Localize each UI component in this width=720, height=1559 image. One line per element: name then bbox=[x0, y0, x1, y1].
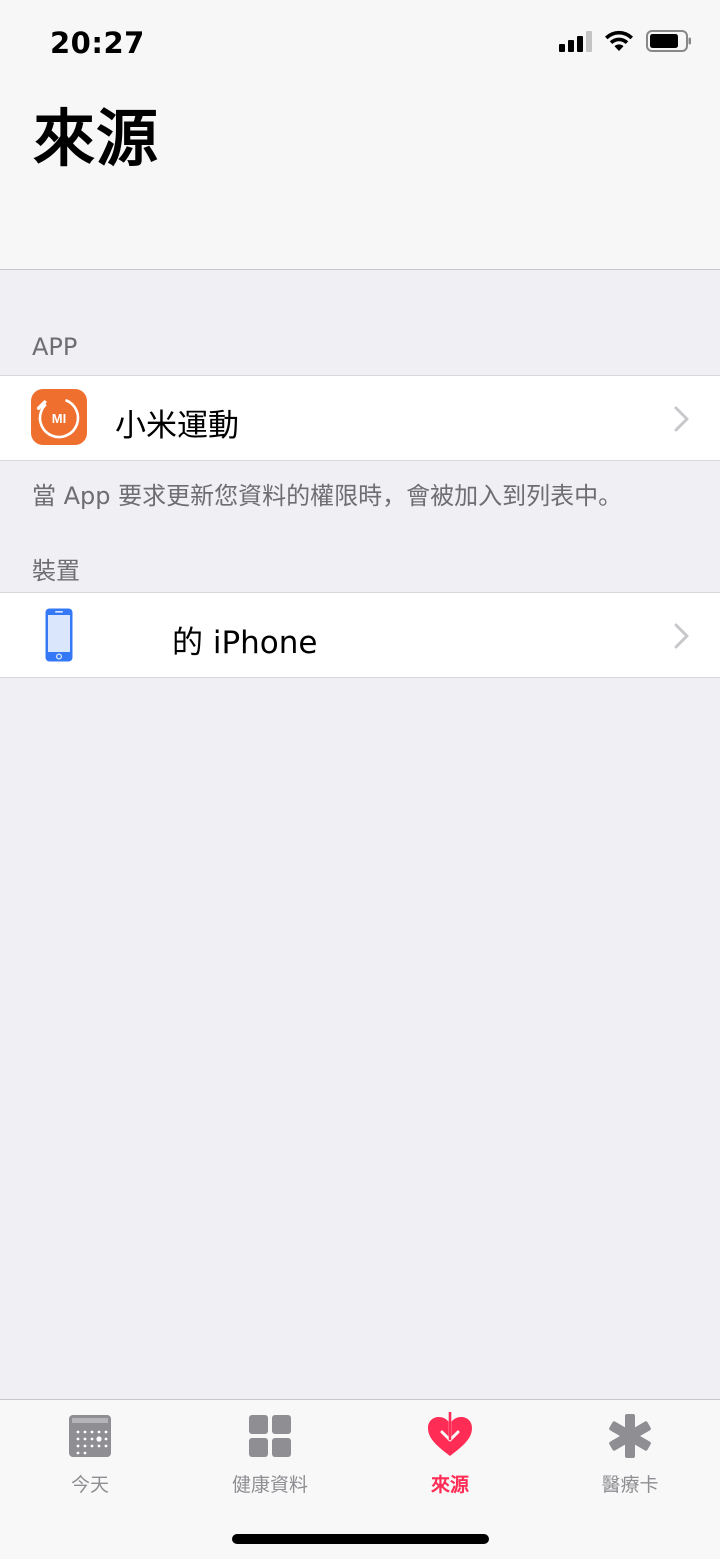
section-header-devices: 裝置 bbox=[32, 557, 80, 585]
page-title: 來源 bbox=[33, 102, 160, 175]
tab-today[interactable]: 今天 bbox=[0, 1412, 180, 1502]
tab-label-health-data: 健康資料 bbox=[231, 1474, 308, 1496]
source-label-mi-fit: 小米運動 bbox=[115, 408, 239, 444]
heart-download-icon bbox=[428, 1412, 472, 1456]
tab-label-sources: 來源 bbox=[430, 1474, 469, 1496]
home-indicator[interactable] bbox=[232, 1534, 489, 1544]
tab-label-today: 今天 bbox=[70, 1474, 109, 1496]
cellular-signal-icon bbox=[559, 30, 592, 52]
health-sources-screen: 20:27 來源 APP MI 小米運動 當 App 要求更新您資料的權限時，會… bbox=[0, 0, 720, 1559]
source-row-mi-fit[interactable]: MI 小米運動 bbox=[0, 375, 720, 461]
asterisk-icon bbox=[609, 1414, 651, 1458]
status-icons bbox=[559, 30, 692, 52]
mi-fit-app-icon: MI bbox=[31, 389, 87, 445]
wifi-icon bbox=[604, 30, 634, 52]
tab-health-data[interactable]: 健康資料 bbox=[180, 1412, 360, 1502]
tab-sources[interactable]: 來源 bbox=[360, 1412, 540, 1502]
tab-medical-id[interactable]: 醫療卡 bbox=[540, 1412, 720, 1502]
status-bar: 20:27 bbox=[0, 0, 720, 88]
calendar-icon bbox=[69, 1415, 111, 1457]
battery-icon bbox=[646, 30, 692, 52]
iphone-icon bbox=[44, 607, 74, 663]
source-label-iphone: 的 iPhone bbox=[172, 625, 318, 661]
section-footer-apps: 當 App 要求更新您資料的權限時，會被加入到列表中。 bbox=[32, 482, 623, 510]
source-row-iphone[interactable]: 的 iPhone bbox=[0, 592, 720, 678]
chevron-right-icon bbox=[674, 406, 689, 432]
tab-label-medical-id: 醫療卡 bbox=[601, 1474, 659, 1496]
grid-icon bbox=[249, 1415, 291, 1457]
chevron-right-icon bbox=[674, 623, 689, 649]
section-header-apps: APP bbox=[32, 333, 78, 361]
status-time: 20:27 bbox=[50, 26, 145, 60]
svg-text:MI: MI bbox=[52, 411, 66, 426]
